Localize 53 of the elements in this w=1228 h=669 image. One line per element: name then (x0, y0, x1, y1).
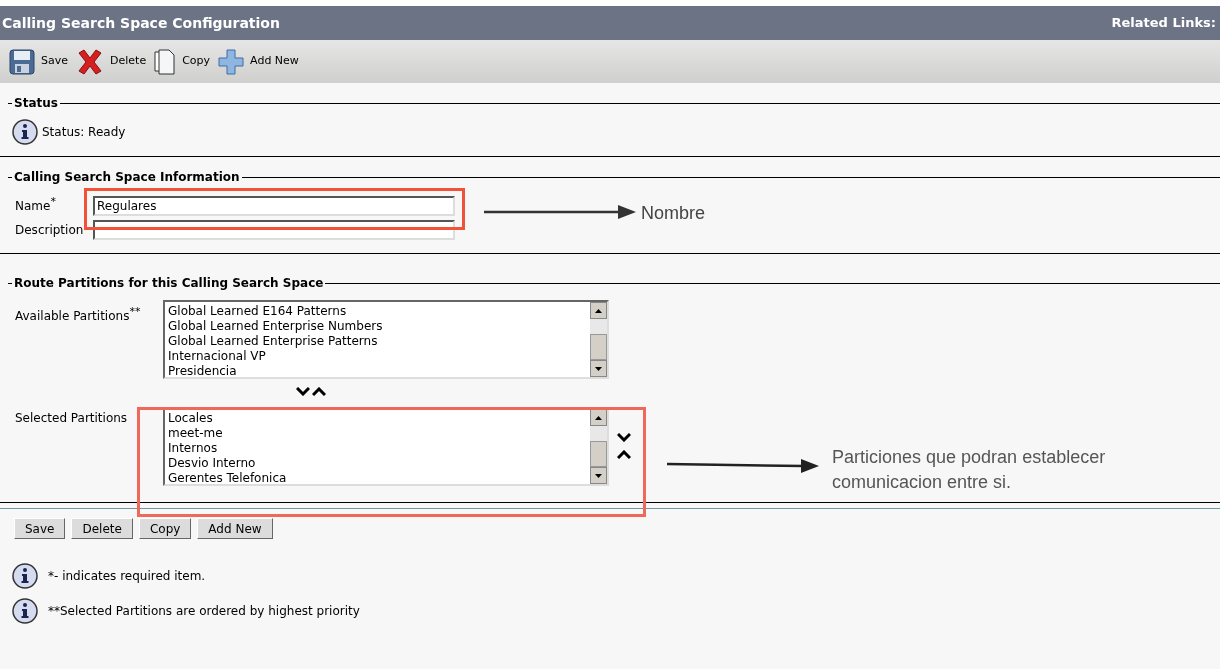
info-icon (12, 119, 38, 145)
chevron-down-icon[interactable] (617, 433, 631, 442)
form-button[interactable]: Save (14, 518, 66, 539)
chevron-up-icon[interactable] (312, 387, 326, 396)
section-legend: Calling Search Space Information (12, 168, 242, 186)
document-icon (154, 48, 177, 75)
scrollbar[interactable] (590, 302, 607, 377)
note-text: **Selected Partitions are ordered by highest priority (48, 603, 360, 620)
related-links-label: Related Links: (1111, 14, 1216, 33)
list-option[interactable]: Desvio Interno (168, 456, 590, 471)
scroll-down-button[interactable] (590, 467, 607, 484)
window-title: Calling Search Space Configuration (2, 13, 280, 33)
list-box[interactable]: Locales meet-me Internos Desvio Interno Gerentes Telefonica (163, 407, 609, 486)
annotation-text: Particiones que podran establecer comunicacion entre si. (832, 446, 1107, 494)
triangle-up-icon (595, 308, 602, 313)
toolbar-button[interactable]: Delete (76, 48, 151, 75)
form-button[interactable]: Copy (138, 518, 192, 539)
triangle-down-icon (595, 366, 602, 371)
list-option[interactable]: Locales (168, 411, 590, 426)
form-button[interactable]: Add New (197, 518, 273, 539)
info-icon (12, 563, 38, 589)
note-text: *- indicates required item. (48, 568, 206, 585)
triangle-down-icon (595, 473, 602, 478)
x-mark-icon (76, 48, 104, 75)
chevron-up-icon[interactable] (617, 450, 631, 459)
toolbar-button[interactable]: Add New (218, 48, 303, 75)
status-text: Status: Ready (42, 124, 126, 141)
field-label: Selected Partitions (14, 410, 129, 427)
scrollbar[interactable] (590, 409, 607, 484)
triangle-up-icon (595, 415, 602, 420)
scroll-down-button[interactable] (590, 360, 607, 377)
field-label: Description (14, 222, 85, 239)
text-field[interactable]: Regulares (93, 196, 455, 216)
info-icon (12, 598, 38, 624)
list-option[interactable]: Global Learned Enterprise Patterns (168, 334, 590, 349)
toolbar-button[interactable]: Save (9, 48, 72, 75)
section-legend: Status (12, 94, 60, 112)
list-option[interactable]: meet-me (168, 426, 590, 441)
list-option[interactable]: Global Learned Enterprise Numbers (168, 319, 590, 334)
list-option[interactable]: Internos (168, 441, 590, 456)
list-option[interactable]: Internacional VP (168, 349, 590, 364)
scroll-up-button[interactable] (590, 302, 607, 319)
text-field[interactable] (93, 220, 455, 240)
plus-icon (218, 48, 245, 75)
chevron-down-icon[interactable] (296, 387, 310, 396)
list-option[interactable]: Gerentes Telefonica (168, 471, 590, 486)
form-button[interactable]: Delete (71, 518, 133, 539)
annotation-text: Nombre (641, 202, 706, 225)
section-legend: Route Partitions for this Calling Search Space (12, 274, 326, 292)
list-option[interactable]: Presidencia (168, 364, 590, 379)
toolbar-button[interactable]: Copy (154, 48, 215, 75)
list-box[interactable]: Global Learned E164 Patterns Global Learned Enterprise Numbers Global Learned Enterprise Patterns Internacional VP Presidencia (163, 300, 609, 379)
list-option[interactable]: Global Learned E164 Patterns (168, 304, 590, 319)
